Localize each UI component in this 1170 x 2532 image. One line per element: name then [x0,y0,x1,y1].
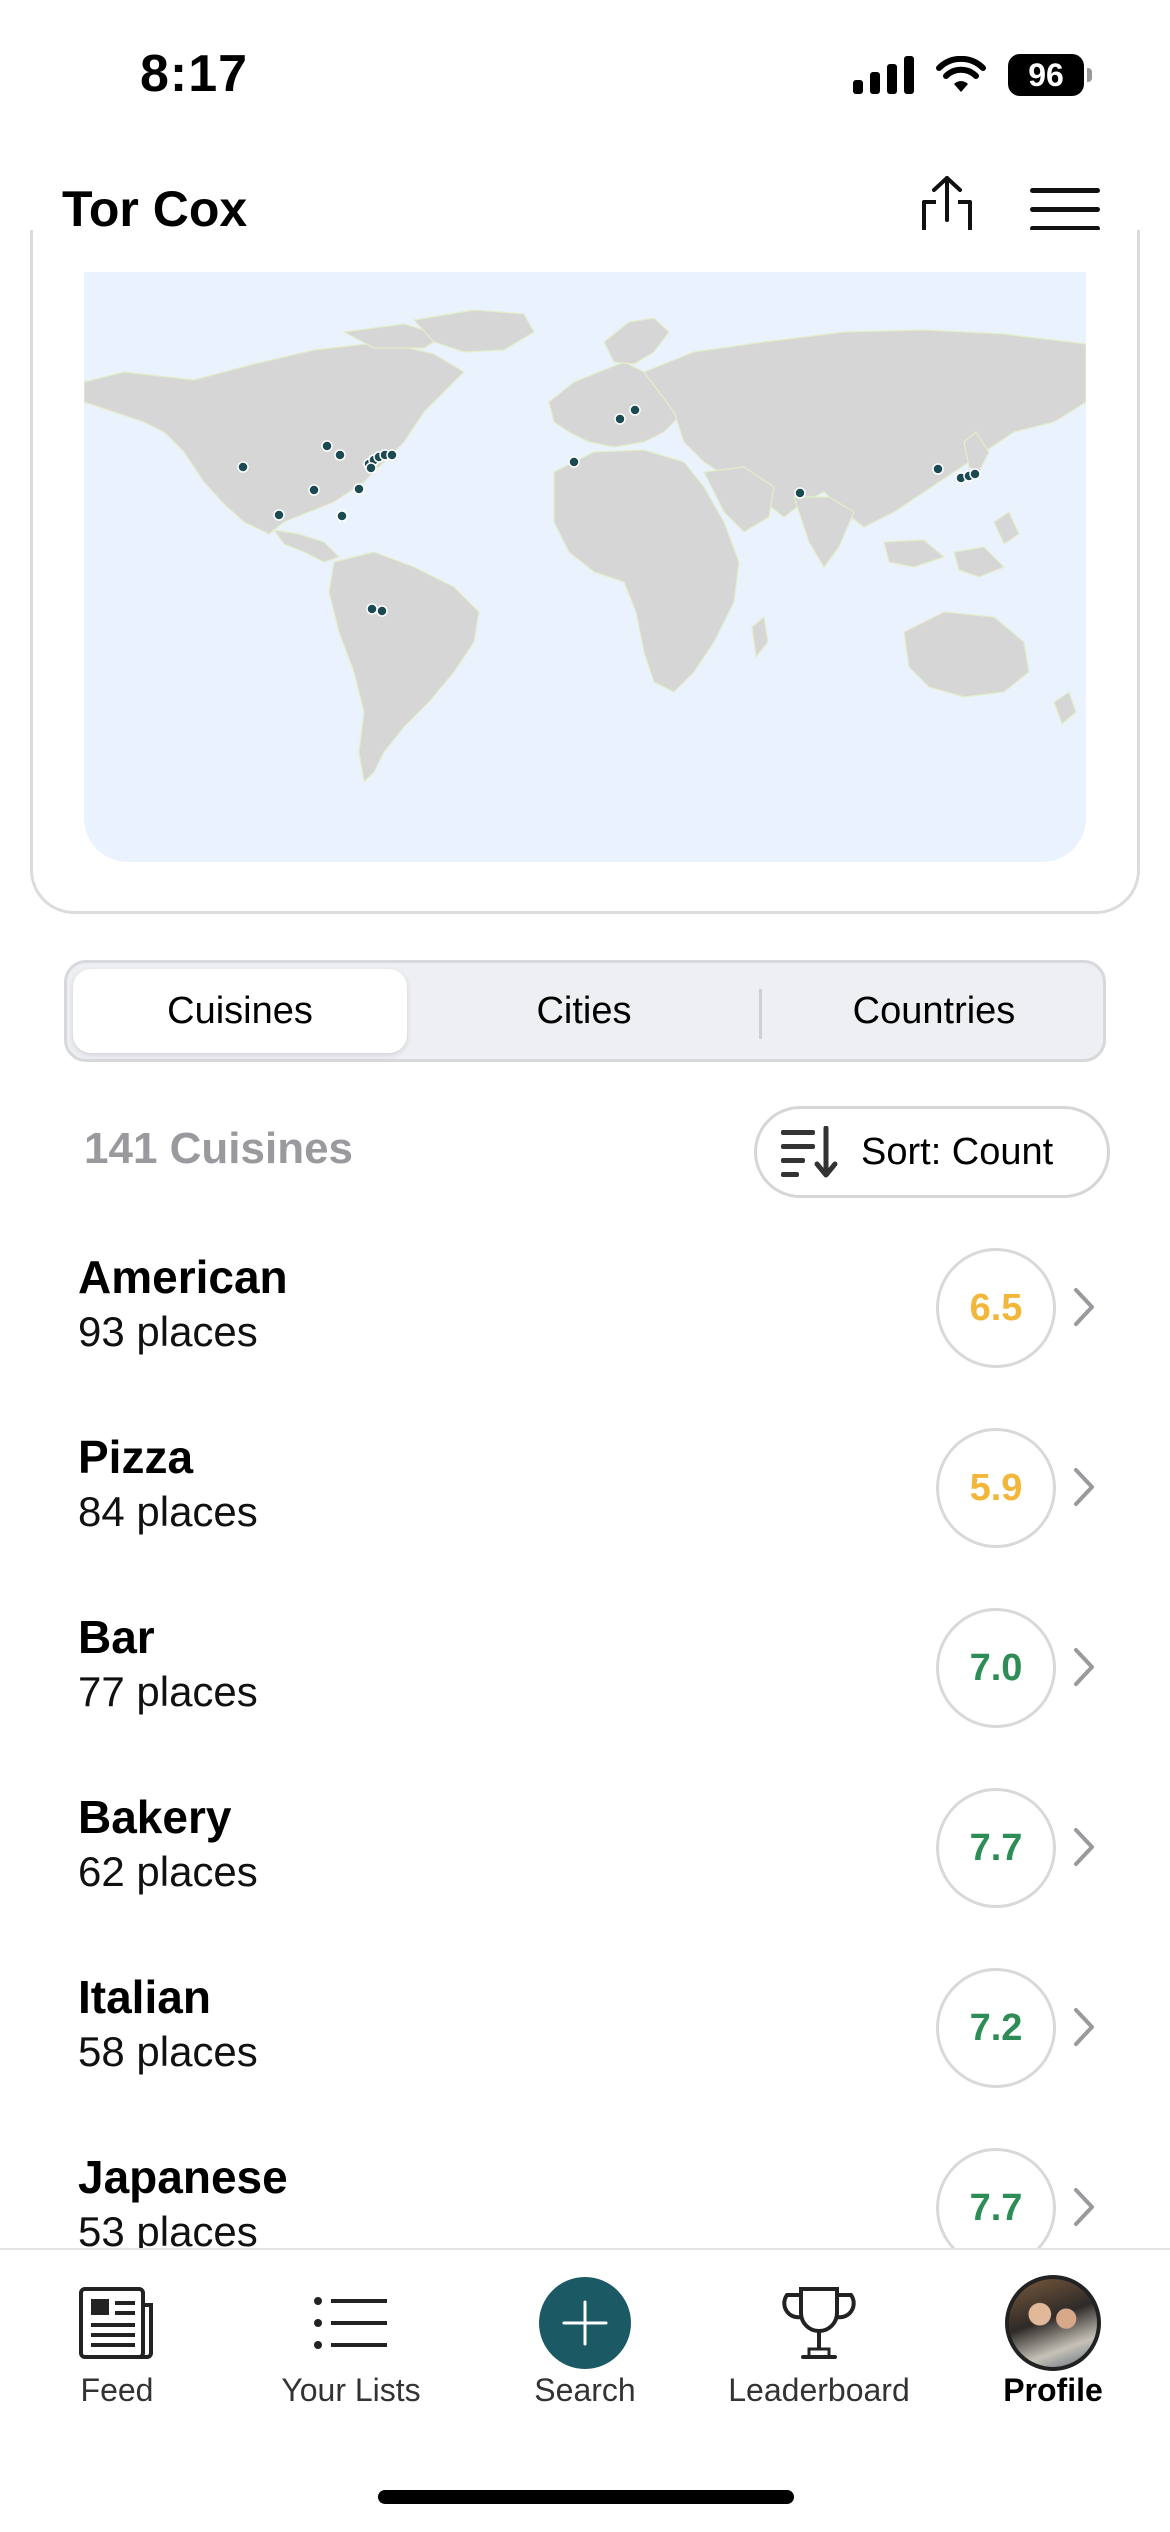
score-badge: 7.7 [936,2148,1056,2250]
cuisine-name: Bar [78,1611,155,1663]
list-item[interactable]: Bar 77 places 7.0 [0,1580,1170,1760]
chevron-right-icon [1074,2008,1094,2046]
cuisine-places: 77 places [78,1668,258,1715]
segmented-control: Cuisines Cities Countries [64,960,1106,1062]
status-time: 8:17 [140,45,249,103]
cuisine-places: 84 places [78,1488,258,1535]
tab-label: Search [534,2372,636,2408]
chevron-right-icon [1074,1288,1094,1326]
score-badge: 7.7 [936,1788,1056,1908]
tab-your-lists[interactable]: Your Lists [234,2250,468,2430]
plus-icon [562,2300,608,2346]
tab-feed[interactable]: Feed [0,2250,234,2430]
search-add-button[interactable] [539,2277,631,2369]
cuisine-name: American [78,1251,288,1303]
sort-button[interactable]: Sort: Count [754,1106,1110,1198]
sort-icon [781,1126,838,1178]
score-badge: 7.0 [936,1608,1056,1728]
tab-profile[interactable]: Profile [936,2250,1170,2430]
newspaper-icon [79,2287,153,2359]
battery-icon: 96 [1008,54,1092,96]
tab-leaderboard[interactable]: Leaderboard [702,2250,936,2430]
world-map[interactable] [84,272,1086,862]
cuisine-list: American 93 places 6.5 Pizza 84 places 5… [0,1220,1170,2250]
world-map-graphic [84,309,1086,784]
battery-level: 96 [1028,56,1064,93]
list-icon [314,2297,387,2349]
trophy-icon [782,2287,856,2359]
tab-countries[interactable]: Countries [767,969,1101,1053]
cellular-signal-icon [853,56,914,94]
list-item[interactable]: Japanese 53 places 7.7 [0,2120,1170,2250]
list-item[interactable]: Italian 58 places 7.2 [0,1940,1170,2120]
cuisine-count: 141 Cuisines [84,1124,354,1173]
wifi-icon [936,56,986,92]
cuisine-places: 93 places [78,1308,258,1355]
status-bar: 8:17 96 [0,0,1170,150]
list-item[interactable]: Pizza 84 places 5.9 [0,1400,1170,1580]
score-badge: 6.5 [936,1248,1056,1368]
score-badge: 5.9 [936,1428,1056,1548]
score-badge: 7.2 [936,1968,1056,2088]
chevron-right-icon [1074,1648,1094,1686]
cuisine-name: Bakery [78,1791,232,1843]
cuisine-places: 58 places [78,2028,258,2075]
tab-label: Profile [1003,2372,1103,2408]
cuisine-name: Japanese [78,2151,288,2203]
list-item[interactable]: American 93 places 6.5 [0,1220,1170,1400]
tab-label: Leaderboard [728,2372,910,2408]
chevron-right-icon [1074,1468,1094,1506]
cuisine-name: Italian [78,1971,211,2023]
tab-search[interactable]: Search [468,2250,702,2430]
sort-label: Sort: Count [861,1130,1054,1173]
list-item[interactable]: Bakery 62 places 7.7 [0,1760,1170,1940]
segment-divider [759,989,762,1039]
chevron-right-icon [1074,2188,1094,2226]
tab-label: Your Lists [281,2372,421,2408]
home-indicator [378,2490,794,2504]
avatar [1005,2275,1101,2371]
cuisine-places: 62 places [78,1848,258,1895]
chevron-right-icon [1074,1828,1094,1866]
tab-label: Feed [80,2372,154,2408]
cuisine-name: Pizza [78,1431,194,1483]
tab-cities[interactable]: Cities [417,969,751,1053]
cuisine-places: 53 places [78,2208,258,2250]
tab-cuisines[interactable]: Cuisines [73,969,407,1053]
status-icons: 96 [853,54,1092,96]
